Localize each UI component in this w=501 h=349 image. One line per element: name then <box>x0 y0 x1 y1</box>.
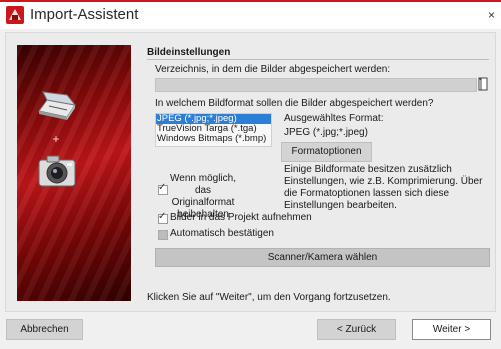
select-scanner-camera-button[interactable]: Scanner/Kamera wählen <box>155 248 490 267</box>
add-to-project-label: Bilder in das Projekt aufnehmen <box>170 212 312 223</box>
auto-confirm-checkbox-box[interactable] <box>158 230 168 240</box>
plus-icon: + <box>52 132 60 146</box>
format-listbox[interactable]: JPEG (*.jpg;*.jpeg) TrueVision Targa (*.… <box>155 113 272 147</box>
auto-confirm-checkbox[interactable]: Automatisch bestätigen <box>158 228 274 240</box>
format-options-button[interactable]: Formatoptionen <box>281 142 372 162</box>
back-button[interactable]: < Zurück <box>317 319 396 340</box>
cancel-button[interactable]: Abbrechen <box>6 319 83 340</box>
keep-original-line-2: Originalformat <box>171 197 235 208</box>
close-icon[interactable]: × <box>488 8 495 22</box>
keep-original-line-1: Wenn möglich, das <box>170 173 236 196</box>
window-title: Import-Assistent <box>30 6 139 23</box>
add-to-project-checkbox-box[interactable] <box>158 211 168 224</box>
directory-path-field[interactable] <box>155 78 477 92</box>
format-question: In welchem Bildformat sollen die Bilder … <box>155 98 434 109</box>
scanner-icon <box>38 91 77 120</box>
next-button[interactable]: Weiter > <box>412 319 491 340</box>
camera-icon <box>38 155 76 187</box>
format-options-description: Einige Bildformate besitzen zusätzlich E… <box>284 164 483 211</box>
app-logo-icon <box>6 6 24 24</box>
add-to-project-checkbox[interactable]: Bilder in das Projekt aufnehmen <box>158 211 312 224</box>
folder-browse-icon[interactable] <box>476 76 490 92</box>
format-option-bmp[interactable]: Windows Bitmaps (*.bmp) <box>156 134 271 144</box>
title-bar: Import-Assistent × <box>0 2 501 29</box>
footer-instruction: Klicken Sie auf "Weiter", um den Vorgang… <box>147 292 391 303</box>
selected-format-label: Ausgewähltes Format: <box>284 113 384 124</box>
section-heading: Bildeinstellungen <box>147 47 231 58</box>
section-divider <box>147 59 489 60</box>
auto-confirm-label: Automatisch bestätigen <box>170 228 274 239</box>
keep-original-checkbox-box[interactable] <box>158 182 168 195</box>
directory-label: Verzeichnis, in dem die Bilder abgespeic… <box>155 64 391 75</box>
import-assistant-window: Import-Assistent × + Bildeinstellungen V… <box>0 0 501 349</box>
selected-format-value: JPEG (*.jpg;*.jpeg) <box>284 127 368 138</box>
